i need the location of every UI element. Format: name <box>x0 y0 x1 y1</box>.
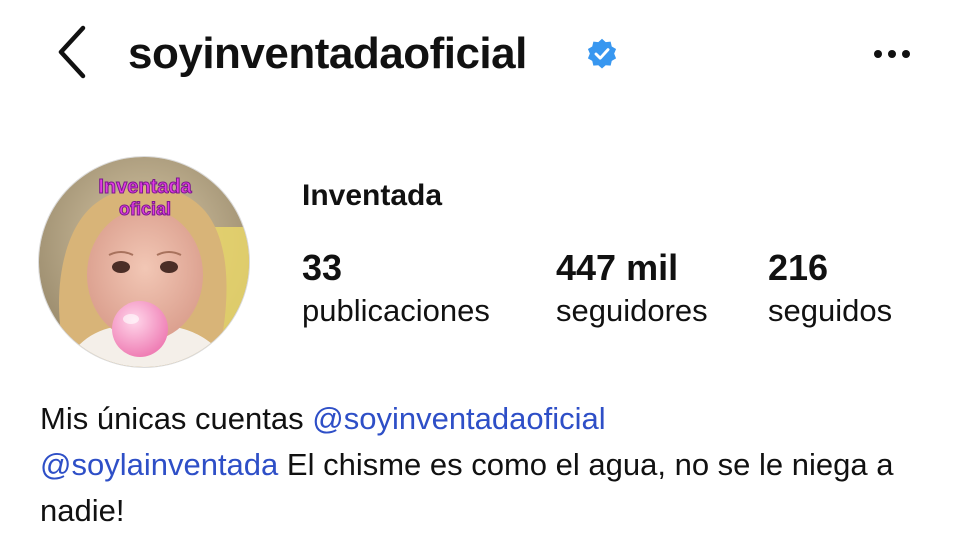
posts-count: 33 <box>302 247 343 288</box>
more-options-button[interactable] <box>864 34 920 74</box>
more-horizontal-icon <box>874 50 910 58</box>
profile-username: soyinventadaoficial <box>128 29 527 78</box>
stat-posts[interactable]: 33 publicaciones <box>302 246 490 332</box>
bio-text-intro: Mis únicas cuentas <box>40 401 313 436</box>
avatar-overlay-line2: oficial <box>119 199 171 219</box>
following-count: 216 <box>768 247 829 288</box>
avatar-image: Inventada oficial <box>39 157 249 367</box>
stat-following[interactable]: 216 seguidos <box>768 246 892 332</box>
posts-label: publicaciones <box>302 293 490 328</box>
bio-mention-soylainventada[interactable]: @soylainventada <box>40 447 278 482</box>
followers-label: seguidores <box>556 293 708 328</box>
profile-bio: Mis únicas cuentas @soyinventadaoficial @… <box>40 396 920 534</box>
back-button[interactable] <box>44 22 100 82</box>
profile-avatar[interactable]: Inventada oficial <box>38 156 250 368</box>
profile-display-name: Inventada <box>302 179 443 212</box>
verified-badge-icon <box>587 38 617 69</box>
following-label: seguidos <box>768 293 893 328</box>
bio-mention-soyinventadaoficial[interactable]: @soyinventadaoficial <box>312 401 605 436</box>
profile-page: soyinventadaoficial Inventada oficial In… <box>0 0 960 540</box>
profile-header: soyinventadaoficial <box>0 0 960 110</box>
stat-followers[interactable]: 447 mil seguidores <box>556 246 708 332</box>
followers-count: 447 mil <box>556 247 679 288</box>
avatar-overlay-line1: Inventada <box>98 176 192 198</box>
chevron-left-icon <box>58 25 86 79</box>
